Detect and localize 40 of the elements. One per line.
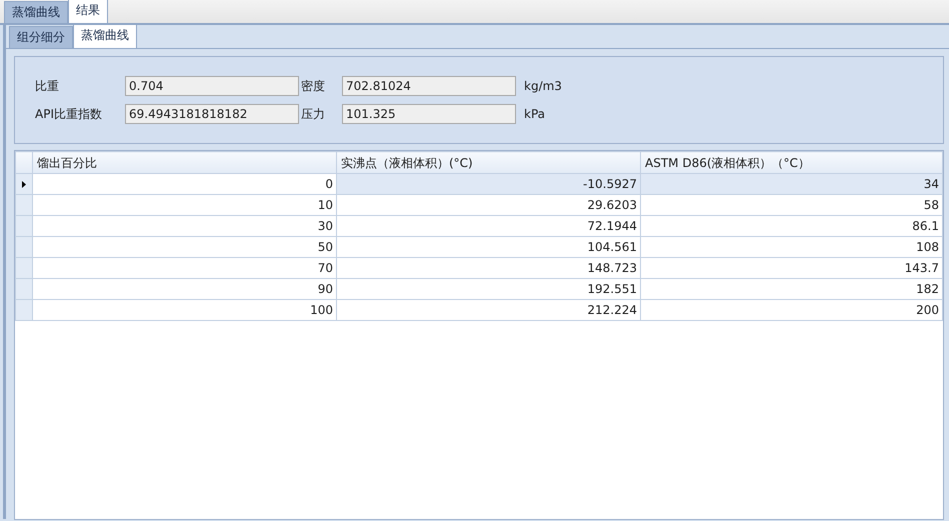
tab[interactable]: 蒸馏曲线 [73,24,137,48]
table-cell: 0 [32,174,336,194]
column-header[interactable]: 馏出百分比 [32,152,336,174]
table-cell: -10.5927 [336,174,640,194]
table-cell: 30 [32,216,336,236]
tab[interactable]: 组分细分 [9,26,73,48]
table-cell: 148.723 [336,258,640,278]
table-cell: 70 [32,258,336,278]
unit-label: kg/m3 [523,78,563,95]
table-cell: 100 [32,300,336,320]
table-cell: 10 [32,194,336,216]
table-cell: 182 [640,278,942,300]
table-cell: 86.1 [640,216,942,236]
unit-label: kPa [523,106,546,123]
table-cell: 143.7 [640,258,942,278]
table-cell: 34 [640,174,942,194]
tab[interactable]: 蒸馏曲线 [4,1,68,23]
field-label: 比重 [35,78,60,95]
tab[interactable]: 结果 [68,0,108,23]
field-label: 密度 [301,78,326,95]
column-header[interactable]: ASTM D86(液相体积）（°C） [640,152,942,174]
table-cell: 192.551 [336,278,640,300]
table-cell: 58 [640,194,942,216]
column-header[interactable]: 实沸点（液相体积）(°C) [336,152,640,174]
row-header[interactable] [16,174,32,194]
table-cell: 108 [640,236,942,258]
value-field[interactable]: 101.325 [342,104,516,124]
table-cell: 72.1944 [336,216,640,236]
table-cell: 104.561 [336,236,640,258]
value-field[interactable]: 702.81024 [342,76,516,96]
table-cell: 212.224 [336,300,640,320]
field-label: 压力 [301,106,326,123]
table-cell: 90 [32,278,336,300]
table-cell: 29.6203 [336,194,640,216]
field-label: API比重指数 [35,106,103,123]
table-cell: 50 [32,236,336,258]
table-cell: 200 [640,300,942,320]
value-field[interactable]: 69.4943181818182 [125,104,299,124]
current-row-icon [22,180,26,188]
value-field[interactable]: 0.704 [125,76,299,96]
